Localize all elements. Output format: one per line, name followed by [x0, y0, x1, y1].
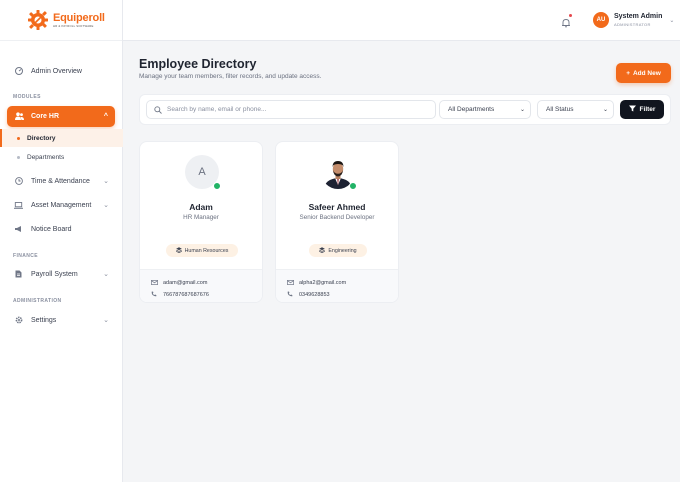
- gear-logo-icon: [27, 9, 49, 31]
- filter-bar: All Departments ⌄ All Status ⌄ Filter: [139, 94, 671, 125]
- employee-card[interactable]: A Adam HR Manager Human Resources adam@g…: [139, 141, 263, 303]
- search-icon: [154, 101, 162, 119]
- add-new-label: Add New: [632, 69, 661, 77]
- topbar: AU System Admin ADMINISTRATOR ⌄: [123, 0, 680, 41]
- megaphone-icon: [14, 225, 23, 234]
- department-badge: Engineering: [309, 244, 367, 257]
- brand-logo[interactable]: Equiperoll HR & PAYROLL SOFTWARE: [0, 0, 122, 41]
- plus-icon: +: [626, 69, 630, 77]
- sidebar-item-label: Time & Attendance: [31, 177, 90, 185]
- phone-icon: [287, 291, 294, 299]
- sidebar-subitem-directory[interactable]: Directory: [0, 129, 123, 147]
- section-label-administration: ADMINISTRATION: [13, 298, 62, 304]
- department-label: Engineering: [328, 247, 357, 254]
- sidebar-item-admin-overview[interactable]: Admin Overview: [0, 61, 123, 81]
- employee-name: Adam: [189, 202, 213, 212]
- online-status-dot: [213, 182, 221, 190]
- brand-name: Equiperoll: [53, 11, 105, 24]
- employee-phone: 0349628853: [299, 292, 330, 298]
- contact-info: adam@gmail.com 766787687687676: [140, 269, 262, 302]
- sidebar-item-label: Asset Management: [31, 201, 92, 209]
- active-dot-icon: [17, 136, 20, 140]
- email-row[interactable]: alpha2@gmail.com: [287, 277, 398, 289]
- status-select-value: All Status: [546, 106, 574, 113]
- page-subtitle: Manage your team members, filter records…: [139, 73, 322, 80]
- contact-info: alpha2@gmail.com 0349628853: [276, 269, 398, 302]
- user-role: ADMINISTRATOR: [614, 22, 651, 27]
- page-title: Employee Directory: [139, 57, 257, 71]
- sidebar: Equiperoll HR & PAYROLL SOFTWARE Admin O…: [0, 0, 123, 482]
- sidebar-item-settings[interactable]: Settings ⌄: [0, 310, 123, 330]
- phone-icon: [151, 291, 158, 299]
- sidebar-item-core-hr[interactable]: Core HR ^: [7, 106, 115, 127]
- department-label: Human Resources: [184, 247, 229, 254]
- chevron-down-icon: ⌄: [602, 107, 608, 113]
- notification-dot: [569, 14, 572, 17]
- user-menu[interactable]: AU System Admin ADMINISTRATOR ⌄: [593, 12, 674, 28]
- phone-row[interactable]: 766787687687676: [151, 289, 262, 301]
- user-name: System Admin: [614, 13, 663, 20]
- brand-tagline: HR & PAYROLL SOFTWARE: [53, 23, 94, 28]
- sidebar-item-label: Admin Overview: [31, 67, 82, 75]
- chevron-down-icon: ⌄: [103, 317, 109, 324]
- chevron-down-icon: ⌄: [669, 17, 675, 24]
- filter-label: Filter: [639, 106, 656, 113]
- sidebar-item-label: Settings: [31, 316, 57, 324]
- sidebar-item-notice-board[interactable]: Notice Board: [0, 219, 123, 239]
- layers-icon: [319, 246, 326, 255]
- status-select[interactable]: All Status ⌄: [537, 100, 614, 119]
- search-input[interactable]: [167, 106, 417, 113]
- clock-icon: [14, 177, 23, 186]
- document-icon: [14, 270, 23, 279]
- online-status-dot: [349, 182, 357, 190]
- sidebar-item-payroll-system[interactable]: Payroll System ⌄: [0, 264, 123, 284]
- email-row[interactable]: adam@gmail.com: [151, 277, 262, 289]
- chevron-up-icon: ^: [103, 113, 108, 120]
- employee-email: alpha2@gmail.com: [299, 280, 347, 286]
- filter-button[interactable]: Filter: [620, 100, 664, 119]
- mail-icon: [151, 279, 158, 287]
- employee-role: HR Manager: [183, 214, 219, 221]
- laptop-icon: [14, 201, 23, 210]
- sidebar-item-label: Core HR: [31, 113, 60, 120]
- dot-icon: [17, 155, 20, 159]
- dashboard-icon: [14, 67, 23, 76]
- avatar: AU: [593, 12, 609, 28]
- chevron-down-icon: ⌄: [519, 107, 525, 113]
- sidebar-subitem-label: Departments: [27, 153, 65, 161]
- employee-role: Senior Backend Developer: [299, 214, 375, 221]
- sidebar-item-time-attendance[interactable]: Time & Attendance ⌄: [0, 171, 123, 191]
- phone-row[interactable]: 0349628853: [287, 289, 398, 301]
- employee-email: adam@gmail.com: [163, 280, 208, 286]
- section-label-finance: FINANCE: [13, 253, 39, 259]
- employee-card[interactable]: Safeer Ahmed Senior Backend Developer En…: [275, 141, 399, 303]
- layers-icon: [175, 246, 182, 255]
- filter-funnel-icon: [628, 105, 636, 114]
- users-icon: [15, 111, 24, 122]
- section-label-modules: MODULES: [13, 94, 41, 100]
- chevron-down-icon: ⌄: [103, 202, 109, 209]
- mail-icon: [287, 279, 294, 287]
- sidebar-subitem-departments[interactable]: Departments: [0, 149, 123, 165]
- sidebar-item-label: Notice Board: [31, 225, 72, 233]
- sidebar-subitem-label: Directory: [27, 134, 56, 142]
- employee-name: Safeer Ahmed: [308, 202, 366, 212]
- search-box[interactable]: [146, 100, 436, 119]
- department-select-value: All Departments: [448, 106, 495, 113]
- department-select[interactable]: All Departments ⌄: [439, 100, 531, 119]
- sidebar-item-label: Payroll System: [31, 270, 78, 278]
- employee-phone: 766787687687676: [163, 292, 209, 298]
- chevron-down-icon: ⌄: [103, 178, 109, 185]
- sidebar-item-asset-management[interactable]: Asset Management ⌄: [0, 195, 123, 215]
- gear-icon: [14, 316, 23, 325]
- add-new-button[interactable]: + Add New: [616, 63, 671, 83]
- department-badge: Human Resources: [166, 244, 238, 257]
- bell-icon[interactable]: [561, 14, 572, 28]
- chevron-down-icon: ⌄: [103, 271, 109, 278]
